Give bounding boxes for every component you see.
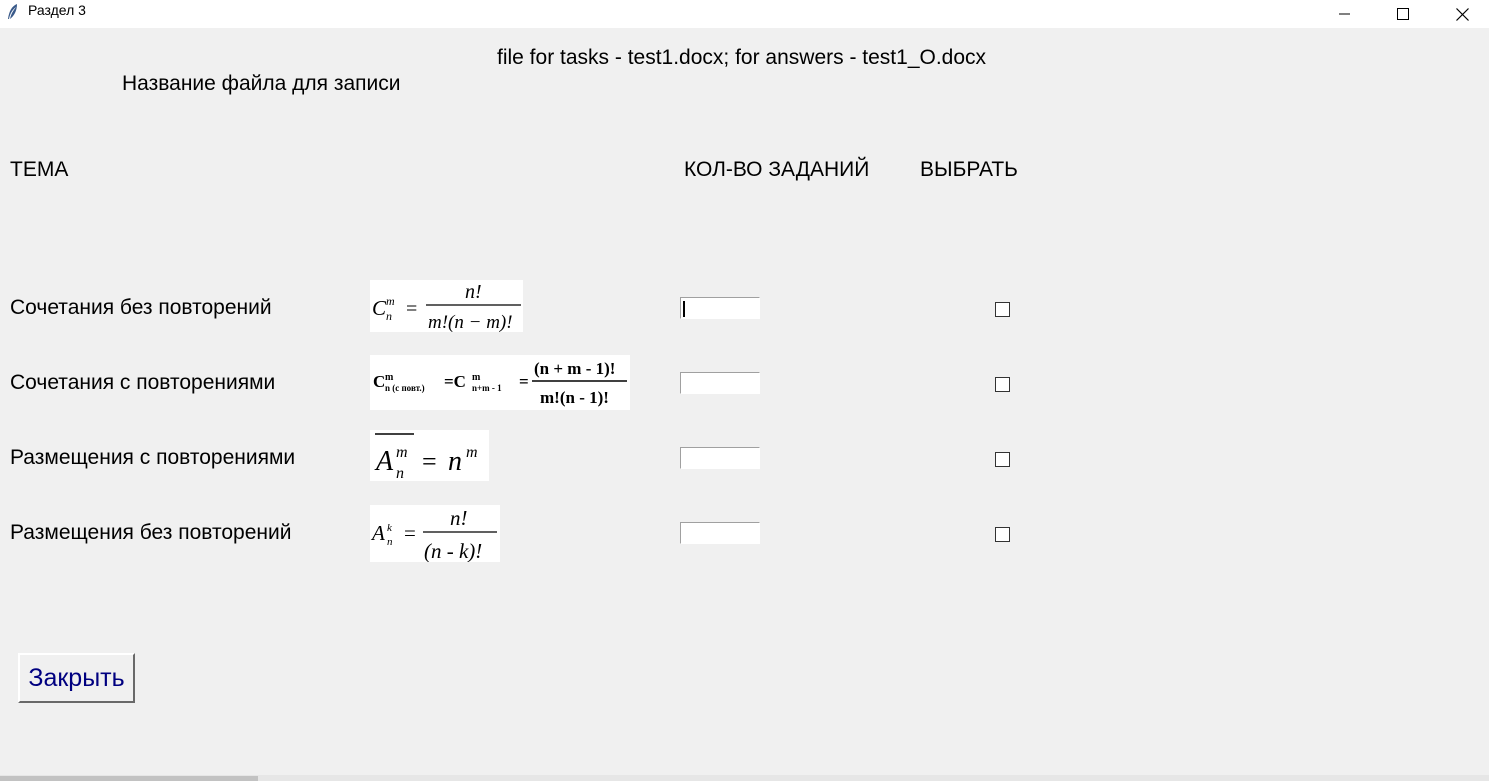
- column-header-topic: ТЕМА: [10, 158, 69, 181]
- formula-image: A k n = n! (n - k)!: [370, 505, 500, 562]
- minimize-icon: [1339, 13, 1350, 15]
- close-icon: [1455, 7, 1469, 21]
- svg-text:=: =: [406, 298, 417, 320]
- svg-text:=: =: [422, 447, 437, 476]
- column-header-count: КОЛ-ВО ЗАДАНИЙ: [684, 158, 870, 181]
- close-button[interactable]: Закрыть: [18, 653, 135, 703]
- topic-label: Сочетания с повторениями: [10, 371, 276, 394]
- topic-label: Размещения без повторений: [10, 521, 292, 544]
- svg-text:(n + m - 1)!: (n + m - 1)!: [534, 359, 615, 378]
- svg-text:A: A: [374, 446, 394, 477]
- count-input[interactable]: [680, 297, 760, 319]
- feather-icon: [8, 4, 17, 19]
- count-input[interactable]: [680, 447, 760, 469]
- svg-text:n: n: [396, 465, 404, 481]
- svg-text:n!: n!: [465, 281, 482, 303]
- svg-text:n (с повт.): n (с повт.): [385, 383, 425, 393]
- formula-image: C m n = n! m!(n − m)!: [370, 280, 523, 332]
- topic-label: Сочетания без повторений: [10, 296, 272, 319]
- select-checkbox[interactable]: [995, 452, 1010, 467]
- svg-text:n: n: [386, 309, 392, 323]
- svg-text:=: =: [404, 521, 416, 545]
- select-checkbox[interactable]: [995, 302, 1010, 317]
- text-caret: [683, 301, 685, 317]
- count-input[interactable]: [680, 522, 760, 544]
- svg-text:m: m: [386, 294, 395, 308]
- file-info-text: file for tasks - test1.docx; for answers…: [497, 46, 987, 69]
- maximize-button[interactable]: [1374, 0, 1432, 28]
- maximize-icon: [1397, 8, 1409, 20]
- svg-text:m: m: [472, 372, 481, 383]
- svg-text:(n - k)!: (n - k)!: [424, 539, 482, 562]
- column-header-select: ВЫБРАТЬ: [920, 158, 1018, 181]
- filename-label: Название файла для записи: [122, 72, 401, 95]
- svg-text:C: C: [372, 296, 387, 320]
- scrollbar-thumb[interactable]: [0, 776, 258, 781]
- svg-text:k: k: [387, 522, 393, 534]
- formula-image: C m n (с повт.) =C m n+m - 1 = (n + m - …: [370, 355, 630, 410]
- svg-text:A: A: [370, 521, 385, 545]
- title-bar: Раздел 3: [0, 0, 1489, 28]
- svg-text:=: =: [519, 372, 529, 391]
- svg-text:n!: n!: [450, 506, 468, 530]
- formula-image: A m n = n m: [370, 430, 489, 481]
- topic-label: Размещения с повторениями: [10, 446, 296, 469]
- minimize-button[interactable]: [1316, 0, 1374, 28]
- svg-text:=C: =C: [444, 372, 466, 391]
- svg-text:n: n: [448, 446, 462, 477]
- window-title: Раздел 3: [28, 2, 86, 18]
- svg-text:m: m: [396, 444, 408, 461]
- svg-text:m!(n - 1)!: m!(n - 1)!: [540, 388, 609, 407]
- svg-text:n+m - 1: n+m - 1: [472, 383, 502, 393]
- svg-text:C: C: [373, 372, 385, 391]
- svg-text:m: m: [466, 444, 478, 461]
- select-checkbox[interactable]: [995, 377, 1010, 392]
- close-window-button[interactable]: [1433, 0, 1489, 28]
- svg-text:m: m: [385, 372, 394, 383]
- select-checkbox[interactable]: [995, 527, 1010, 542]
- svg-text:m!(n − m)!: m!(n − m)!: [428, 312, 513, 332]
- svg-text:n: n: [387, 536, 393, 548]
- count-input[interactable]: [680, 372, 760, 394]
